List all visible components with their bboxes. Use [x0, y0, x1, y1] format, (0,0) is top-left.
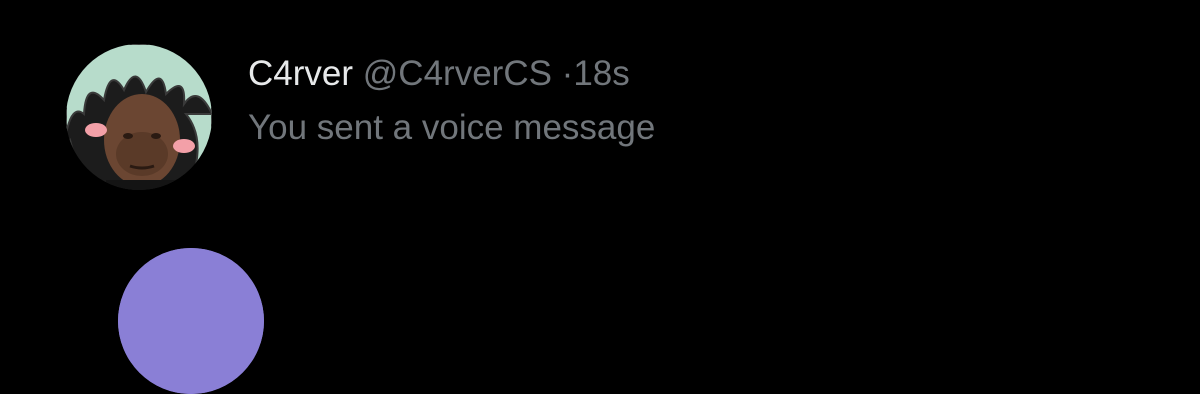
profile-photo-icon: [66, 44, 212, 190]
user-handle: @C4rverCS: [362, 54, 552, 93]
conversation-text: C4rver @C4rverCS ·18s You sent a voice m…: [248, 52, 655, 150]
profile-photo-icon: [118, 248, 264, 394]
message-preview: You sent a voice message: [248, 108, 656, 147]
conversation-item[interactable]: [0, 248, 1200, 394]
avatar[interactable]: [66, 44, 212, 190]
separator-dot: ·: [561, 54, 574, 93]
display-name: C4rver: [248, 54, 354, 93]
avatar[interactable]: [118, 248, 264, 394]
conversation-header: C4rver @C4rverCS ·18s: [248, 52, 655, 96]
conversation-item[interactable]: C4rver @C4rverCS ·18s You sent a voice m…: [0, 44, 1200, 214]
timestamp: 18s: [573, 54, 630, 93]
